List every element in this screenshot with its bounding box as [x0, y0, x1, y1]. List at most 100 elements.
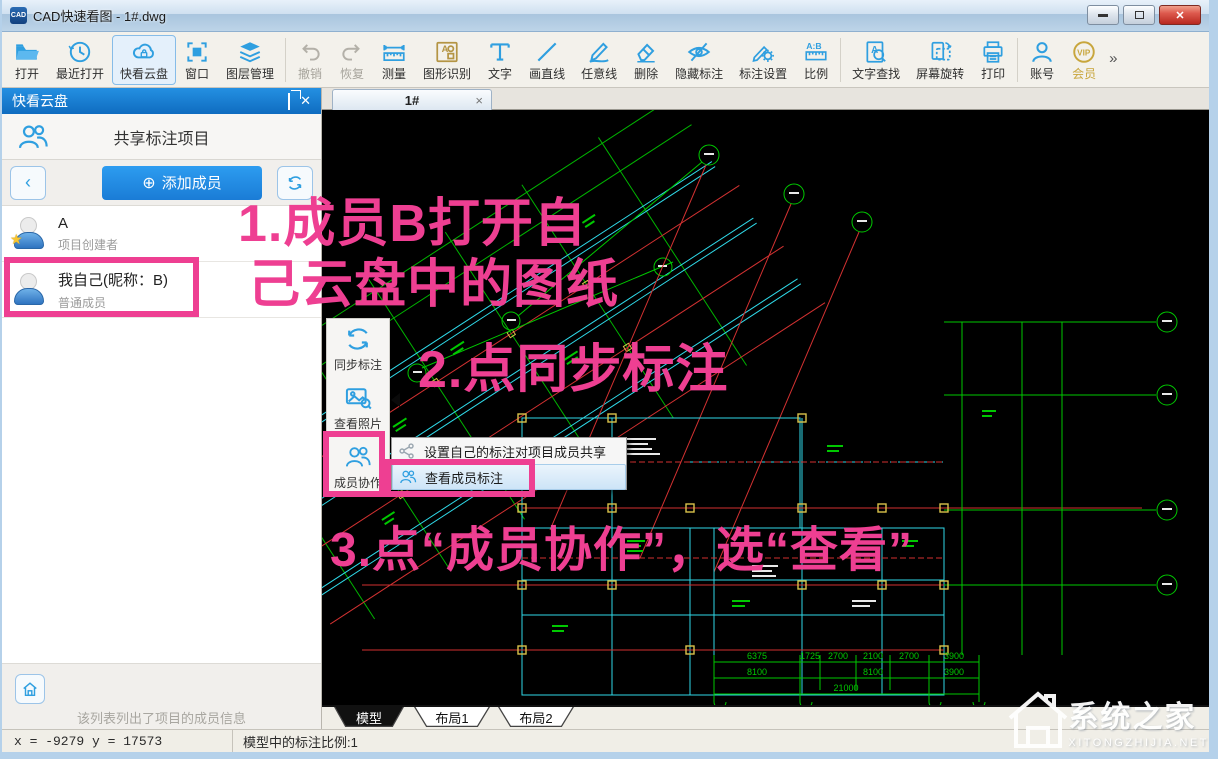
watermark-house-icon [1002, 686, 1074, 754]
toolbar-window[interactable]: 窗口 [176, 35, 218, 85]
redo-icon [339, 39, 365, 65]
tutorial-step3: 3.点“成员协作”，选“查看” [330, 510, 913, 580]
highlight-box-collab-button [323, 431, 385, 497]
vip-icon: VIP [1071, 39, 1097, 65]
minimize-button[interactable] [1087, 5, 1119, 25]
layers-icon [237, 39, 263, 65]
svg-text:A:B: A:B [806, 40, 821, 50]
eye-slash-icon [686, 39, 712, 65]
recent-clock-icon [67, 39, 93, 65]
toolbar-cloud[interactable]: 快看云盘 [112, 35, 176, 85]
undo-icon [297, 39, 323, 65]
toolbar-undo: 撤销 [289, 35, 331, 85]
panel-footer: 该列表列出了项目的成员信息 [2, 664, 321, 728]
toolbar-redo: 恢复 [331, 35, 373, 85]
toolbar-line[interactable]: 画直线 [521, 35, 573, 85]
printer-icon [980, 39, 1006, 65]
svg-text:21000: 21000 [833, 683, 858, 693]
photo-icon [344, 384, 372, 412]
tutorial-step1-line2: 己云盘中的图纸 [248, 242, 619, 317]
text-tool-icon [487, 39, 513, 65]
toolbar-recognize[interactable]: A 图形识别 [415, 35, 479, 85]
plus-circle-icon: ⊕ [142, 173, 155, 193]
eraser-icon [633, 39, 659, 65]
watermark-title: 系统之家 [1068, 692, 1209, 736]
toolbar-account[interactable]: 账号 [1021, 35, 1063, 85]
svg-text:8100: 8100 [863, 667, 883, 677]
panel-collapse-arrow[interactable] [391, 393, 400, 407]
member-list-note: 该列表列出了项目的成员信息 [2, 708, 321, 727]
tab-close-icon[interactable]: × [475, 93, 483, 108]
back-button[interactable]: ‹ [10, 166, 46, 200]
view-photo-button[interactable]: 查看照片 [327, 378, 389, 437]
tab-layout1[interactable]: 布局1 [414, 707, 490, 727]
toolbar-vip[interactable]: VIP 会员 [1063, 35, 1105, 85]
panel-close-icon[interactable]: ✕ [300, 93, 311, 109]
sync-annotation-button[interactable]: 同步标注 [327, 319, 389, 378]
account-person-icon [1029, 39, 1055, 65]
share-icon [398, 442, 416, 460]
toolbar-text[interactable]: 文字 [479, 35, 521, 85]
pen-icon [586, 39, 612, 65]
creator-star-icon: ★ [10, 231, 23, 248]
home-icon [21, 680, 39, 698]
cloud-icon [131, 39, 157, 65]
toolbar-recent[interactable]: 最近打开 [48, 35, 112, 85]
cloud-panel-title: 快看云盘 [12, 91, 68, 111]
svg-text:3900: 3900 [944, 667, 964, 677]
svg-text:3900: 3900 [944, 651, 964, 661]
toolbar-separator [840, 38, 841, 82]
toolbar-scale[interactable]: A:B 比例 [795, 35, 837, 85]
svg-text:2100: 2100 [863, 651, 883, 661]
shape-recognition-icon: A [434, 39, 460, 65]
main-toolbar: 打开 最近打开 快看云盘 窗口 图层管理 撤销 恢复 测量 [2, 32, 1209, 88]
panel-header-title: 共享标注项目 [113, 125, 209, 149]
toolbar-find-text[interactable]: A 文字查找 [844, 35, 908, 85]
close-button[interactable]: ✕ [1159, 5, 1201, 25]
toolbar-delete[interactable]: 删除 [625, 35, 667, 85]
member-name: A [58, 215, 118, 232]
toolbar-print[interactable]: 打印 [972, 35, 1014, 85]
highlight-box-menu-item [385, 459, 535, 497]
pen-gear-icon [750, 39, 776, 65]
scale-icon: A:B [803, 39, 829, 65]
title-bar: CAD CAD快速看图 - 1#.dwg ✕ [2, 0, 1209, 32]
toolbar-hide-annotation[interactable]: 隐藏标注 [667, 35, 731, 85]
panel-undock-icon[interactable] [288, 94, 290, 109]
svg-text:2700: 2700 [899, 651, 919, 661]
watermark: 系统之家 XITONGZHIJIA.NET [1002, 686, 1209, 754]
tab-model[interactable]: 模型 [334, 707, 404, 727]
restore-button[interactable] [1123, 5, 1155, 25]
svg-text:8100: 8100 [747, 667, 767, 677]
window-select-icon [184, 39, 210, 65]
cursor-coordinates: x = -9279 y = 17573 [2, 734, 232, 749]
toolbar-freehand[interactable]: 任意线 [573, 35, 625, 85]
tab-layout2[interactable]: 布局2 [498, 707, 574, 727]
svg-text:VIP: VIP [1077, 48, 1091, 57]
svg-text:6375: 6375 [747, 651, 767, 661]
ruler-icon [381, 39, 407, 65]
home-button[interactable] [15, 674, 45, 704]
member-role: 项目创建者 [58, 236, 118, 253]
window-title: CAD快速看图 - 1#.dwg [33, 6, 166, 25]
sync-icon [344, 325, 372, 353]
toolbar-separator [285, 38, 286, 82]
find-text-icon: A [863, 39, 889, 65]
line-tool-icon [534, 39, 560, 65]
svg-text:1725: 1725 [800, 651, 820, 661]
document-tab-1[interactable]: 1# × [332, 89, 492, 110]
toolbar-layers[interactable]: 图层管理 [218, 35, 282, 85]
avatar-creator: ★ [12, 217, 48, 251]
rotate-screen-icon [927, 39, 953, 65]
toolbar-open[interactable]: 打开 [6, 35, 48, 85]
open-folder-icon [14, 39, 40, 65]
app-icon: CAD [10, 7, 27, 24]
cloud-panel-header: 共享标注项目 [2, 114, 321, 160]
toolbar-overflow-button[interactable]: » [1105, 50, 1121, 67]
app-window: CAD CAD快速看图 - 1#.dwg ✕ 打开 最近打开 快看云盘 窗口 图… [0, 0, 1218, 759]
toolbar-rotate-screen[interactable]: 屏幕旋转 [908, 35, 972, 85]
toolbar-measure[interactable]: 测量 [373, 35, 415, 85]
toolbar-annotation-settings[interactable]: 标注设置 [731, 35, 795, 85]
toolbar-separator [1017, 38, 1018, 82]
document-tab-bar: 1# × [322, 88, 1209, 110]
